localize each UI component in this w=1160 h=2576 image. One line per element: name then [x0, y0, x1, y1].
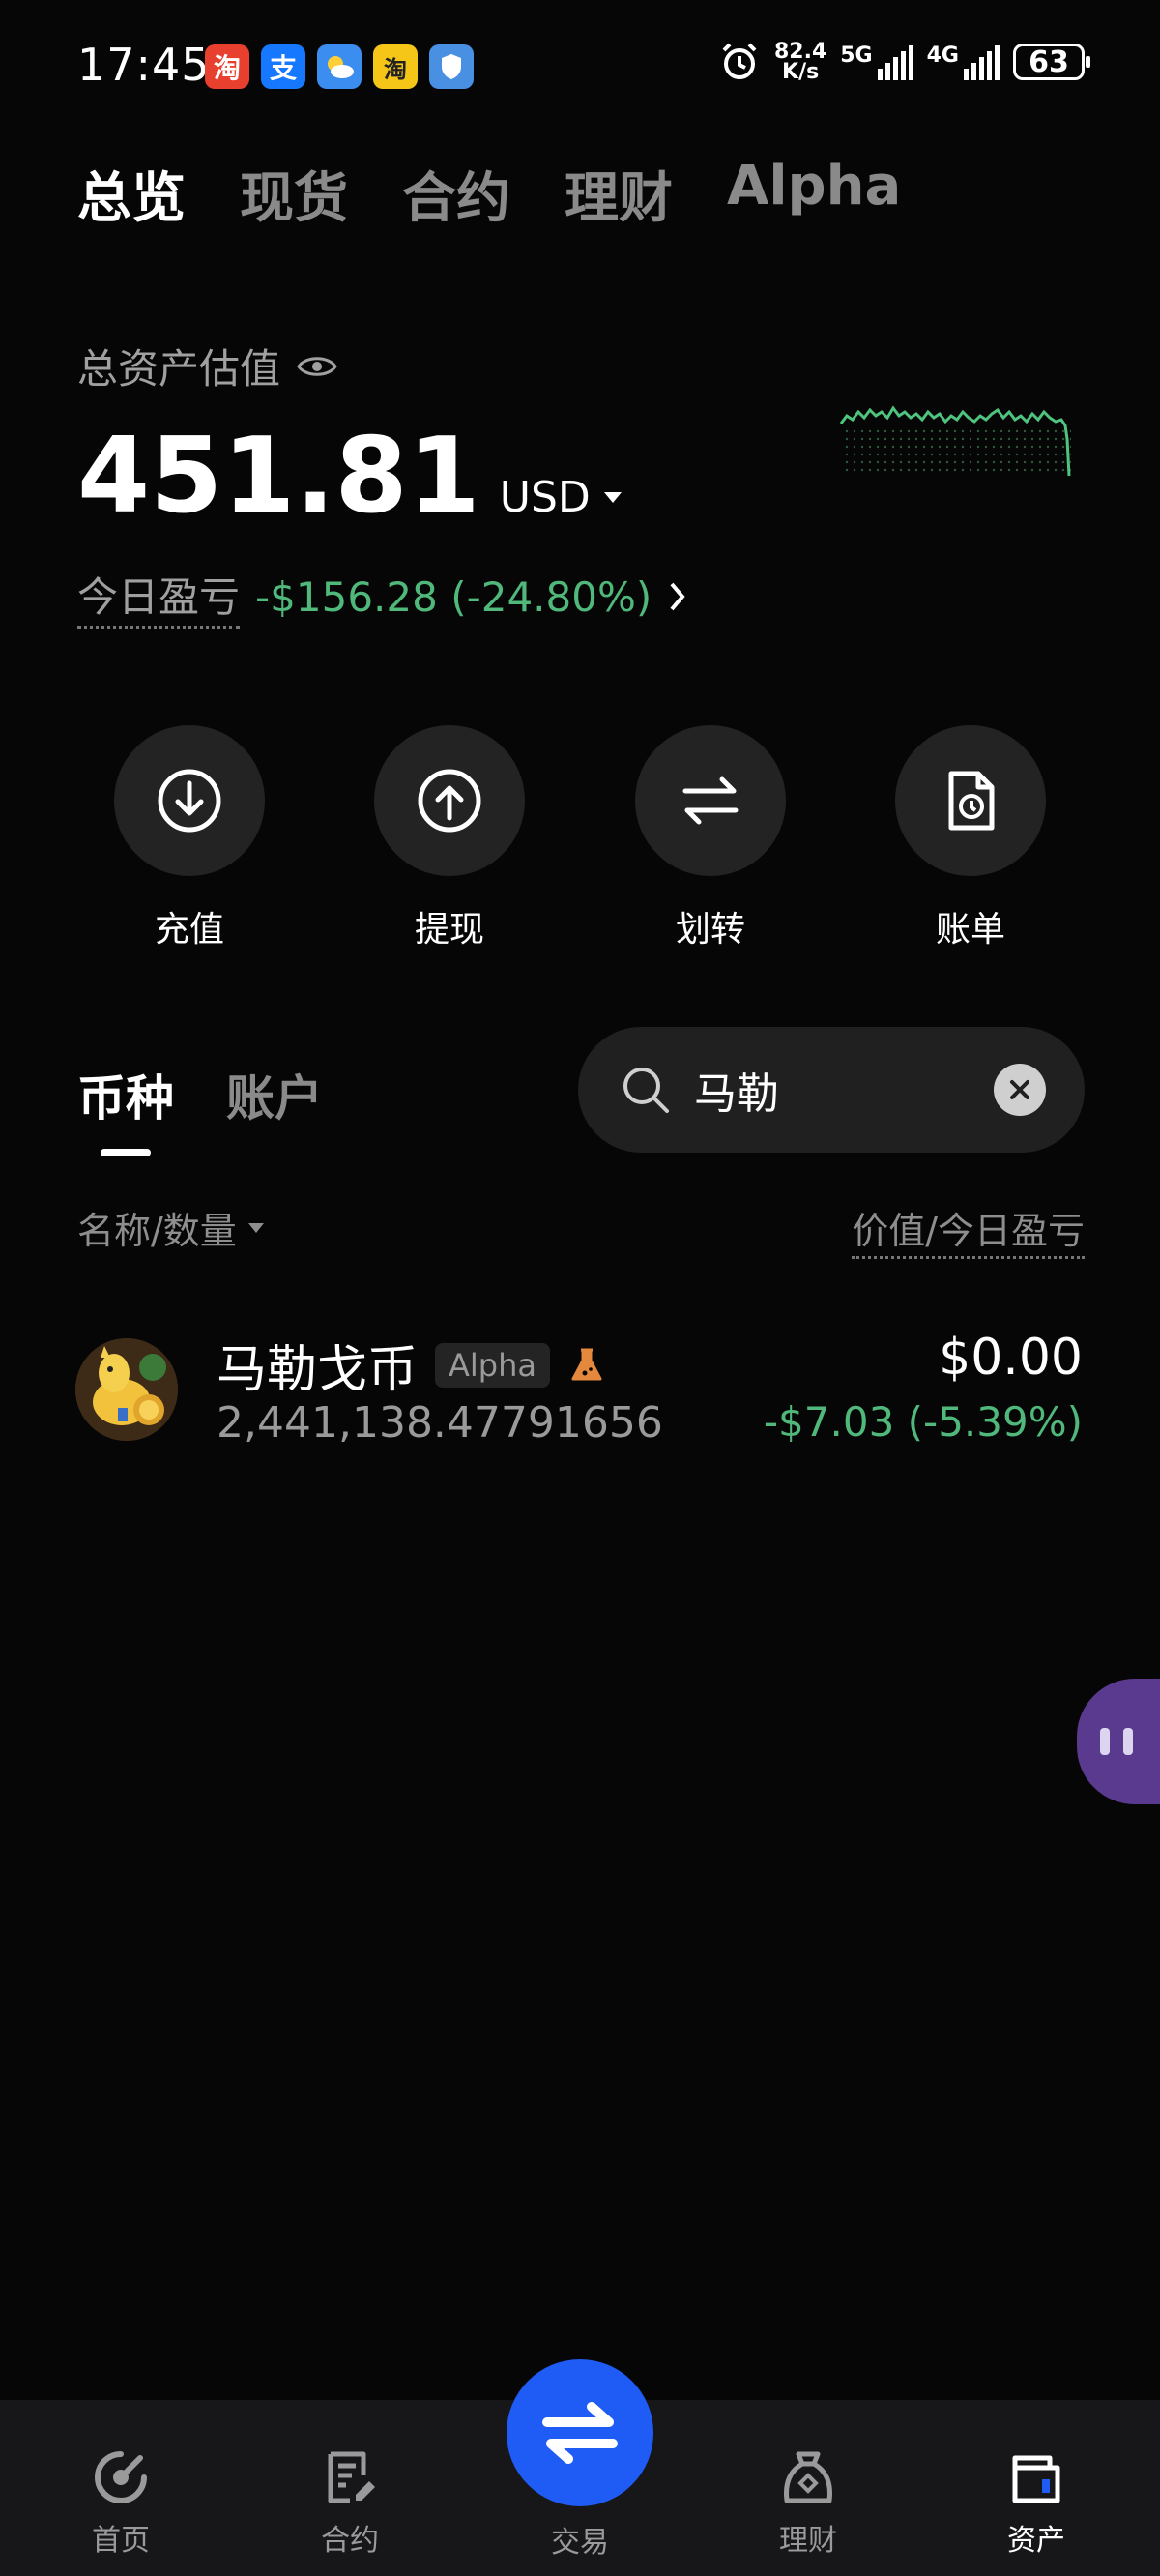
withdraw-label: 提现	[414, 910, 484, 950]
clear-search-button[interactable]	[994, 1064, 1046, 1116]
nav-earn[interactable]: 理财	[740, 2448, 876, 2559]
tab-spot[interactable]: 现货	[240, 155, 348, 233]
shopping-app-icon: 淘	[373, 44, 418, 89]
transfer-circle	[635, 725, 786, 876]
network-speed-unit: K/s	[782, 60, 820, 84]
trade-button[interactable]	[507, 2359, 653, 2506]
nav-home-label: 首页	[92, 2524, 150, 2558]
close-icon	[1010, 1080, 1030, 1099]
chevron-right-icon	[670, 582, 685, 611]
swap-icon	[542, 2402, 618, 2464]
status-indicators: 82.4 K/s 5G 4G 63	[718, 40, 1090, 84]
signal-4g-label: 4G	[926, 44, 959, 68]
horse-coin-icon	[75, 1338, 178, 1441]
home-icon	[95, 2451, 147, 2503]
nav-futures[interactable]: 合约	[282, 2448, 418, 2559]
total-assets-label-row: 总资产估值	[77, 337, 338, 395]
caret-down-icon	[603, 492, 622, 503]
signal-5g-icon: 5G	[840, 44, 914, 80]
total-assets-label: 总资产估值	[77, 345, 281, 393]
asset-list-tabs: 币种 账户	[77, 1060, 323, 1129]
wallet-icon	[1012, 2455, 1060, 2503]
bill-icon	[948, 771, 995, 831]
earn-icon	[784, 2451, 832, 2503]
alarm-icon	[722, 43, 757, 79]
transfer-icon	[682, 776, 739, 825]
withdraw-circle	[374, 725, 525, 876]
nav-trade-label: 交易	[551, 2526, 609, 2560]
sort-name-amount[interactable]: 名称/数量	[77, 1201, 264, 1254]
tab-alpha[interactable]: Alpha	[727, 155, 901, 233]
network-speed-value: 82.4	[773, 40, 827, 64]
nav-assets[interactable]: 资产	[969, 2448, 1104, 2559]
coin-name-row[interactable]: 马勒戈币 Alpha	[217, 1329, 606, 1401]
column-name-amount-label: 名称/数量	[77, 1210, 237, 1252]
nav-futures-label: 合约	[321, 2524, 379, 2558]
deposit-button[interactable]: 充值	[112, 725, 267, 951]
taobao-app-icon: 淘	[205, 44, 249, 89]
weather-app-icon	[317, 44, 362, 89]
column-value-pnl-label[interactable]: 价值/今日盈亏	[852, 1201, 1085, 1259]
deposit-label: 充值	[154, 910, 224, 950]
tab-earn[interactable]: 理财	[565, 155, 673, 233]
tab-futures[interactable]: 合约	[402, 155, 510, 233]
coin-amount: 2,441,138.47791656	[217, 1398, 663, 1448]
signal-5g-label: 5G	[840, 44, 873, 68]
coin-name: 马勒戈币	[217, 1341, 419, 1399]
currency-selector[interactable]: USD	[500, 473, 622, 522]
security-app-icon	[429, 44, 474, 89]
nav-home[interactable]: 首页	[53, 2448, 188, 2559]
assistant-eye-left	[1100, 1728, 1110, 1755]
search-icon	[624, 1068, 669, 1113]
top-tabs: 总览 现货 合约 理财 Alpha	[77, 155, 901, 233]
bill-button[interactable]: 账单	[893, 725, 1048, 951]
withdraw-button[interactable]: 提现	[372, 725, 527, 951]
nav-assets-label: 资产	[1007, 2524, 1065, 2558]
currency-unit: USD	[499, 473, 591, 522]
withdraw-icon	[418, 769, 481, 833]
coin-today-pnl: -$7.03 (-5.39%)	[763, 1398, 1083, 1446]
transfer-button[interactable]: 划转	[633, 725, 788, 951]
bill-circle	[895, 725, 1046, 876]
notification-icons: 淘 支 淘	[205, 44, 474, 89]
active-tab-indicator	[101, 1149, 151, 1156]
search-value[interactable]: 马勒	[694, 1059, 994, 1121]
bill-label: 账单	[935, 910, 1005, 950]
eye-icon[interactable]	[296, 352, 338, 381]
total-assets-value: 451.81	[77, 416, 480, 537]
deposit-circle	[114, 725, 265, 876]
caret-down-icon	[247, 1222, 264, 1233]
alipay-app-icon: 支	[261, 44, 305, 89]
assets-sparkline[interactable]	[837, 383, 1079, 489]
tab-coins[interactable]: 币种	[77, 1060, 174, 1129]
tab-accounts[interactable]: 账户	[226, 1060, 323, 1129]
total-assets-value-row: 451.81 USD	[77, 416, 622, 537]
status-time: 17:45	[77, 39, 211, 91]
coin-value: $0.00	[939, 1329, 1083, 1387]
assistant-eye-right	[1123, 1728, 1133, 1755]
transfer-label: 划转	[675, 910, 745, 950]
deposit-icon	[158, 769, 221, 833]
search-input[interactable]: 马勒	[578, 1027, 1085, 1153]
nav-earn-label: 理财	[779, 2524, 837, 2558]
tab-overview[interactable]: 总览	[77, 155, 186, 233]
today-pnl-value: -$156.28 (-24.80%)	[255, 572, 652, 621]
battery-icon: 63	[1013, 44, 1090, 80]
today-pnl-label: 今日盈亏	[77, 565, 241, 629]
alpha-tag: Alpha	[435, 1342, 550, 1388]
flask-icon	[571, 1348, 602, 1380]
signal-4g-icon: 4G	[927, 44, 1000, 80]
today-pnl-row[interactable]: 今日盈亏 -$156.28 (-24.80%)	[77, 565, 688, 629]
battery-level: 63	[1029, 44, 1069, 79]
floating-assistant-button[interactable]	[1077, 1679, 1160, 1804]
coin-avatar	[75, 1338, 178, 1441]
network-speed: 82.4 K/s	[773, 40, 827, 84]
futures-icon	[328, 2451, 375, 2503]
